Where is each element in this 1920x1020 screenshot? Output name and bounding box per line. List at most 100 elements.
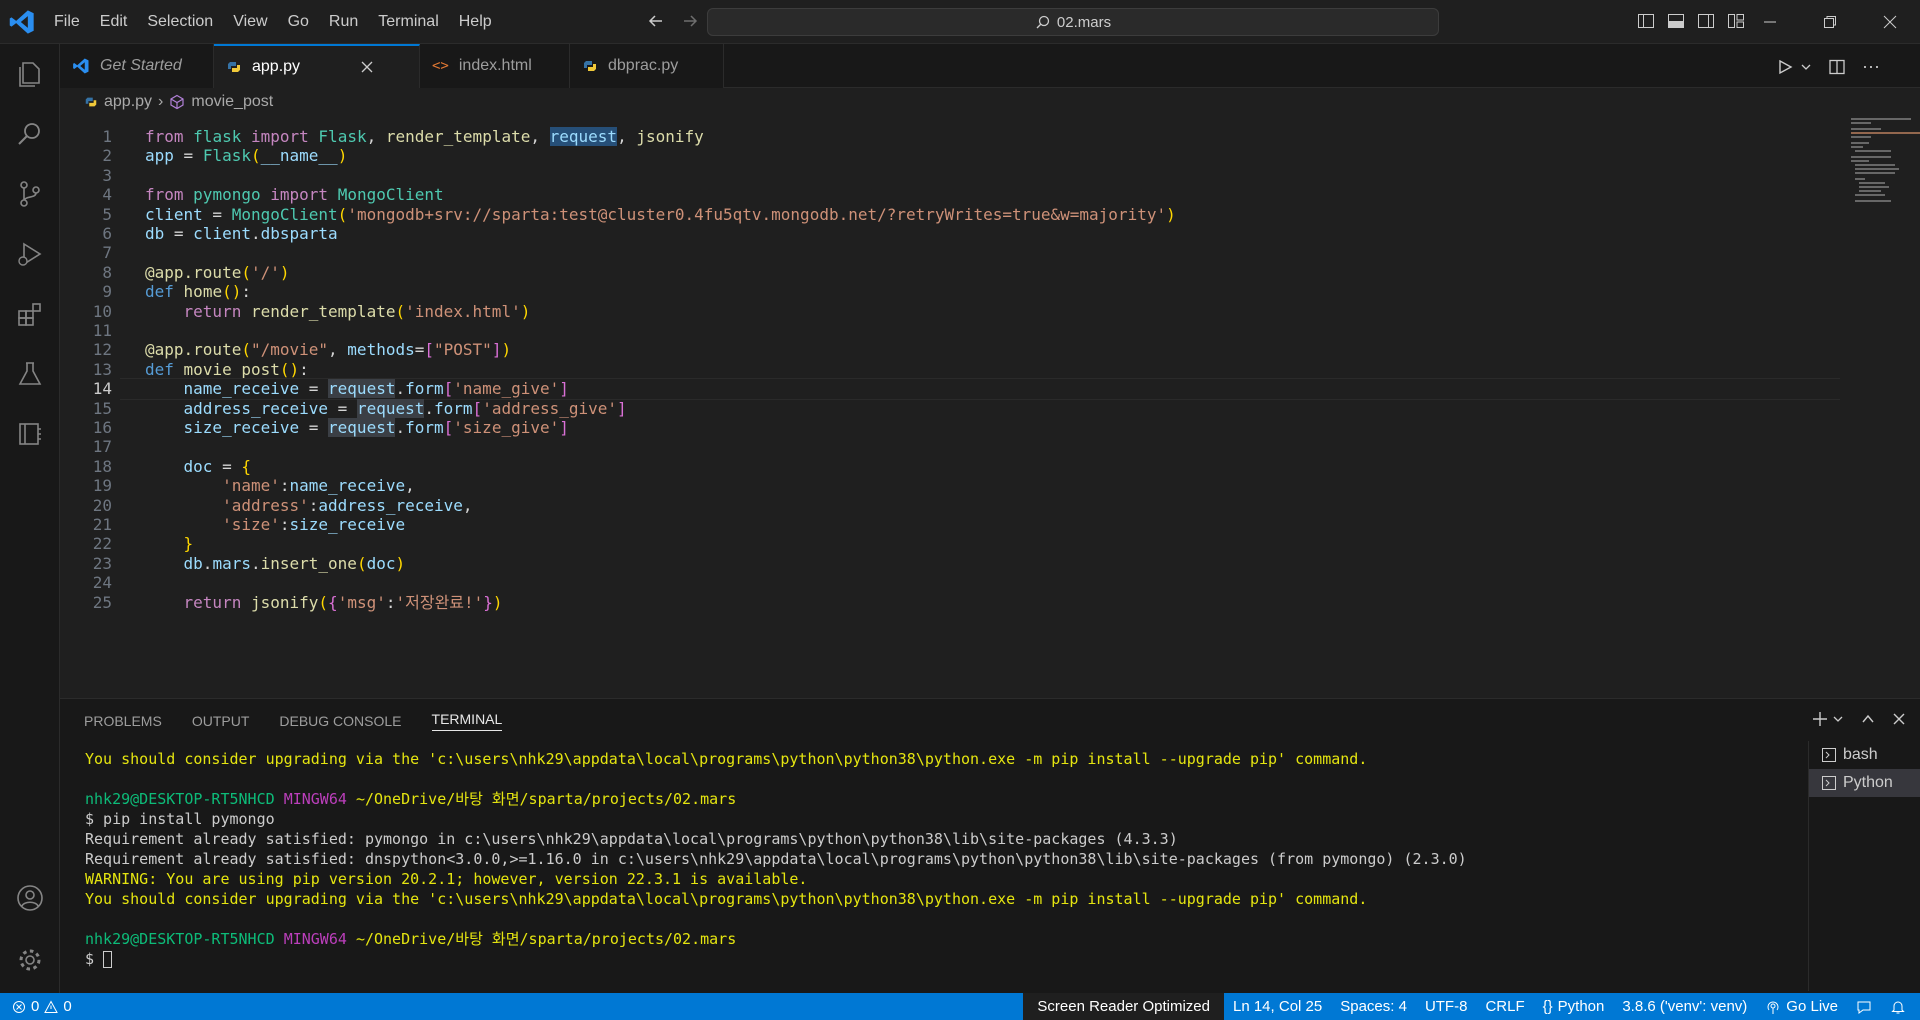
code-token: name_receive bbox=[183, 379, 300, 399]
tab-index-html[interactable]: <> index.html bbox=[420, 44, 570, 88]
code-token: [ bbox=[472, 398, 483, 418]
cursor-position-status[interactable]: Ln 14, Col 25 bbox=[1224, 993, 1331, 1020]
search-icon bbox=[1036, 15, 1050, 29]
tab-app-py[interactable]: app.py bbox=[214, 44, 420, 88]
terminal-python[interactable]: Python bbox=[1809, 769, 1920, 797]
tab-output[interactable]: OUTPUT bbox=[192, 713, 250, 729]
run-python-file-icon[interactable] bbox=[1776, 58, 1794, 76]
terminal-list: bash Python bbox=[1808, 741, 1920, 991]
code-token: app bbox=[145, 146, 174, 166]
terminal-line: Requirement already satisfied: dnspython… bbox=[85, 849, 1565, 869]
menu-run[interactable]: Run bbox=[319, 0, 368, 44]
code-token: import bbox=[250, 127, 309, 146]
code-token: [ bbox=[424, 340, 435, 360]
explorer-icon[interactable] bbox=[12, 56, 48, 92]
restore-button[interactable] bbox=[1800, 0, 1860, 44]
screen-reader-status[interactable]: Screen Reader Optimized bbox=[1023, 993, 1224, 1020]
breadcrumb-file[interactable]: app.py bbox=[104, 93, 152, 111]
terminal-output[interactable]: You should consider upgrading via the 'c… bbox=[85, 749, 1565, 969]
indentation-status[interactable]: Spaces: 4 bbox=[1331, 993, 1416, 1020]
run-debug-icon[interactable] bbox=[12, 236, 48, 272]
eol-status[interactable]: CRLF bbox=[1476, 993, 1533, 1020]
accounts-icon[interactable] bbox=[12, 880, 48, 916]
maximize-panel-icon[interactable] bbox=[1860, 711, 1876, 727]
terminal-name: bash bbox=[1843, 746, 1878, 763]
code-token: } bbox=[183, 534, 194, 554]
go-live-status[interactable]: Go Live bbox=[1756, 993, 1847, 1020]
menu-selection[interactable]: Selection bbox=[137, 0, 223, 44]
code-token: , bbox=[328, 340, 348, 360]
menu-help[interactable]: Help bbox=[449, 0, 502, 44]
code-token: { bbox=[241, 456, 251, 476]
code-token: return bbox=[183, 301, 242, 321]
error-count: 0 bbox=[31, 998, 40, 1015]
chevron-down-icon[interactable] bbox=[1800, 61, 1812, 73]
tab-debug-console[interactable]: DEBUG CONSOLE bbox=[279, 713, 401, 729]
close-panel-icon[interactable] bbox=[1892, 712, 1906, 726]
split-editor-icon[interactable] bbox=[1828, 58, 1846, 76]
python-file-icon bbox=[85, 97, 97, 107]
notifications-status[interactable] bbox=[1881, 999, 1920, 1015]
code-token: : bbox=[279, 515, 290, 534]
encoding-status[interactable]: UTF-8 bbox=[1416, 993, 1477, 1020]
terminal-text: ~/OneDrive/바탕 화면/sparta/projects/02.mars bbox=[355, 930, 737, 948]
braces-icon: {} bbox=[1542, 998, 1553, 1015]
interpreter-status[interactable]: 3.8.6 ('venv': venv) bbox=[1613, 993, 1756, 1020]
code-token: , bbox=[530, 127, 550, 146]
breadcrumb-symbol[interactable]: movie_post bbox=[191, 93, 273, 111]
source-control-icon[interactable] bbox=[12, 176, 48, 212]
toggle-primary-sidebar-icon[interactable] bbox=[1636, 11, 1656, 31]
code-token: MongoClient bbox=[337, 185, 444, 205]
tab-get-started[interactable]: Get Started bbox=[60, 44, 214, 88]
toggle-secondary-sidebar-icon[interactable] bbox=[1696, 11, 1716, 31]
tab-problems[interactable]: PROBLEMS bbox=[84, 713, 162, 729]
chevron-down-icon[interactable] bbox=[1832, 713, 1844, 725]
code-line[interactable]: 25 return jsonify({'msg':'저장완료!'}) bbox=[60, 591, 1820, 615]
manage-gear-icon[interactable] bbox=[12, 942, 48, 978]
language-mode-status[interactable]: {} Python bbox=[1534, 993, 1614, 1020]
code-token: from bbox=[145, 127, 184, 146]
forward-arrow-icon[interactable] bbox=[680, 11, 700, 31]
close-tab-icon[interactable] bbox=[360, 60, 374, 74]
new-terminal-icon[interactable] bbox=[1812, 711, 1828, 727]
close-window-button[interactable] bbox=[1860, 0, 1920, 44]
code-token: from bbox=[145, 185, 184, 205]
code-token: form bbox=[405, 379, 444, 399]
code-token: . bbox=[395, 418, 406, 437]
extensions-icon[interactable] bbox=[12, 296, 48, 332]
command-center-search[interactable]: 02.mars bbox=[707, 8, 1439, 36]
more-actions-icon[interactable]: ··· bbox=[1862, 56, 1880, 77]
toggle-panel-icon[interactable] bbox=[1666, 11, 1686, 31]
menu-view[interactable]: View bbox=[223, 0, 277, 44]
minimap[interactable] bbox=[1847, 116, 1920, 206]
menu-terminal[interactable]: Terminal bbox=[368, 0, 448, 44]
minimize-button[interactable] bbox=[1740, 0, 1800, 44]
back-arrow-icon[interactable] bbox=[646, 11, 666, 31]
code-token: ( bbox=[318, 592, 329, 612]
code-token: ] bbox=[491, 340, 502, 360]
code-token: name_receive bbox=[289, 476, 406, 496]
testing-flask-icon[interactable] bbox=[12, 356, 48, 392]
terminal-bash[interactable]: bash bbox=[1809, 741, 1920, 769]
tab-dbprac-py[interactable]: dbprac.py bbox=[570, 44, 724, 88]
tab-terminal[interactable]: TERMINAL bbox=[431, 711, 503, 731]
menu-file[interactable]: File bbox=[44, 0, 90, 44]
code-editor[interactable]: 1 from flask import Flask, render_templat… bbox=[60, 116, 1920, 698]
remote-explorer-icon[interactable] bbox=[12, 416, 48, 452]
code-token: methods bbox=[347, 340, 415, 360]
menu-go[interactable]: Go bbox=[278, 0, 319, 44]
feedback-status[interactable] bbox=[1847, 999, 1881, 1015]
menu-edit[interactable]: Edit bbox=[90, 0, 138, 44]
error-icon bbox=[13, 1000, 25, 1013]
code-token: = bbox=[164, 224, 194, 243]
problems-status[interactable]: 0 0 bbox=[0, 993, 81, 1020]
search-view-icon[interactable] bbox=[12, 116, 48, 152]
code-token: . bbox=[424, 398, 435, 418]
